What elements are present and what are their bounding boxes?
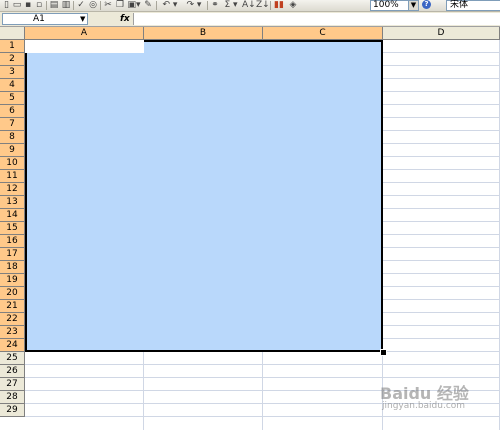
hyperlink-icon[interactable]: ⚭ xyxy=(210,0,220,10)
row-header-5[interactable]: 5 xyxy=(0,92,25,105)
row-header-7[interactable]: 7 xyxy=(0,118,25,131)
row-header-18[interactable]: 18 xyxy=(0,261,25,274)
watermark-url: jingyan.baidu.com xyxy=(382,401,466,411)
row-header-29[interactable]: 29 xyxy=(0,404,25,417)
zoom-dropdown-icon[interactable]: ▼ xyxy=(408,0,419,11)
gridline-horizontal xyxy=(25,364,500,365)
row-header-6[interactable]: 6 xyxy=(0,105,25,118)
fill-handle[interactable] xyxy=(380,349,387,356)
row-header-3[interactable]: 3 xyxy=(0,66,25,79)
row-header-16[interactable]: 16 xyxy=(0,235,25,248)
toolbar-separator xyxy=(207,1,208,10)
name-box[interactable]: A1 ▼ xyxy=(2,13,88,25)
row-header-20[interactable]: 20 xyxy=(0,287,25,300)
row-header-13[interactable]: 13 xyxy=(0,196,25,209)
row-header-23[interactable]: 23 xyxy=(0,326,25,339)
toolbar-separator xyxy=(73,1,74,10)
cut-icon[interactable]: ✂ xyxy=(103,0,113,10)
row-header-19[interactable]: 19 xyxy=(0,274,25,287)
toolbar-separator xyxy=(100,1,101,10)
row-header-17[interactable]: 17 xyxy=(0,248,25,261)
paste-icon[interactable]: ▣▾ xyxy=(127,0,141,10)
column-header-c[interactable]: C xyxy=(263,27,383,40)
column-header-b[interactable]: B xyxy=(144,27,263,40)
sort-descending-icon[interactable]: Z↓ xyxy=(256,0,270,10)
zoom-value: 100% xyxy=(373,0,399,10)
name-box-value: A1 xyxy=(33,14,45,24)
undo-icon[interactable]: ↶ ▾ xyxy=(159,0,181,10)
active-cell[interactable] xyxy=(25,40,144,53)
column-header-d[interactable]: D xyxy=(383,27,500,40)
font-name-box[interactable]: 宋体 xyxy=(446,0,500,11)
research-icon[interactable]: ◎ xyxy=(88,0,98,10)
zoom-box[interactable]: 100% xyxy=(370,0,410,11)
row-header-8[interactable]: 8 xyxy=(0,131,25,144)
column-header-a[interactable]: A xyxy=(25,27,144,40)
insert-function-icon[interactable]: fx xyxy=(120,14,130,24)
toolbar-separator xyxy=(46,1,47,10)
copy-icon[interactable]: ❐ xyxy=(115,0,125,10)
watermark: Baidu 经验 jingyan.baidu.com xyxy=(376,378,498,416)
help-icon[interactable]: ? xyxy=(422,0,431,9)
print-preview-icon[interactable]: ▥ xyxy=(61,0,71,10)
name-box-dropdown-icon[interactable]: ▼ xyxy=(80,15,85,24)
font-name-value: 宋体 xyxy=(450,0,469,10)
row-header-11[interactable]: 11 xyxy=(0,170,25,183)
row-header-25[interactable]: 25 xyxy=(0,352,25,365)
row-header-10[interactable]: 10 xyxy=(0,157,25,170)
row-header-2[interactable]: 2 xyxy=(0,53,25,66)
worksheet-grid[interactable]: A B C D 1 2 3 4 5 6 7 8 9 10 11 12 13 14 15 16 17 18 19 20 21 22 2… xyxy=(0,27,500,430)
drawing-icon[interactable]: ◈ xyxy=(287,0,299,10)
gridline-horizontal xyxy=(25,416,500,417)
chart-wizard-icon[interactable]: ▮▮ xyxy=(273,0,285,10)
save-icon[interactable]: ▪ xyxy=(23,0,33,10)
row-header-24[interactable]: 24 xyxy=(0,339,25,352)
row-header-1[interactable]: 1 xyxy=(0,40,25,53)
row-header-27[interactable]: 27 xyxy=(0,378,25,391)
select-all-corner[interactable] xyxy=(0,27,25,40)
row-header-9[interactable]: 9 xyxy=(0,144,25,157)
row-header-21[interactable]: 21 xyxy=(0,300,25,313)
selected-range[interactable] xyxy=(25,40,383,352)
row-header-12[interactable]: 12 xyxy=(0,183,25,196)
new-icon[interactable]: ▯ xyxy=(2,0,11,10)
spelling-icon[interactable]: ✓ xyxy=(76,0,86,10)
permission-icon[interactable]: ▫ xyxy=(34,0,44,10)
standard-toolbar: ▯ ▭ ▪ ▫ ▤ ▥ ✓ ◎ ✂ ❐ ▣▾ ✎ ↶ ▾ ↷ ▾ ⚭ Σ ▾ A… xyxy=(0,0,500,12)
formula-input[interactable] xyxy=(133,13,500,25)
print-icon[interactable]: ▤ xyxy=(49,0,59,10)
row-header-14[interactable]: 14 xyxy=(0,209,25,222)
formula-bar: A1 ▼ fx xyxy=(0,12,500,27)
row-header-22[interactable]: 22 xyxy=(0,313,25,326)
redo-icon[interactable]: ↷ ▾ xyxy=(183,0,205,10)
row-header-26[interactable]: 26 xyxy=(0,365,25,378)
autosum-icon[interactable]: Σ ▾ xyxy=(222,0,240,10)
sort-ascending-icon[interactable]: A↓ xyxy=(242,0,256,10)
toolbar-separator xyxy=(270,1,271,10)
open-icon[interactable]: ▭ xyxy=(12,0,22,10)
format-painter-icon[interactable]: ✎ xyxy=(143,0,153,10)
row-header-28[interactable]: 28 xyxy=(0,391,25,404)
row-header-4[interactable]: 4 xyxy=(0,79,25,92)
toolbar-separator xyxy=(156,1,157,10)
row-header-15[interactable]: 15 xyxy=(0,222,25,235)
